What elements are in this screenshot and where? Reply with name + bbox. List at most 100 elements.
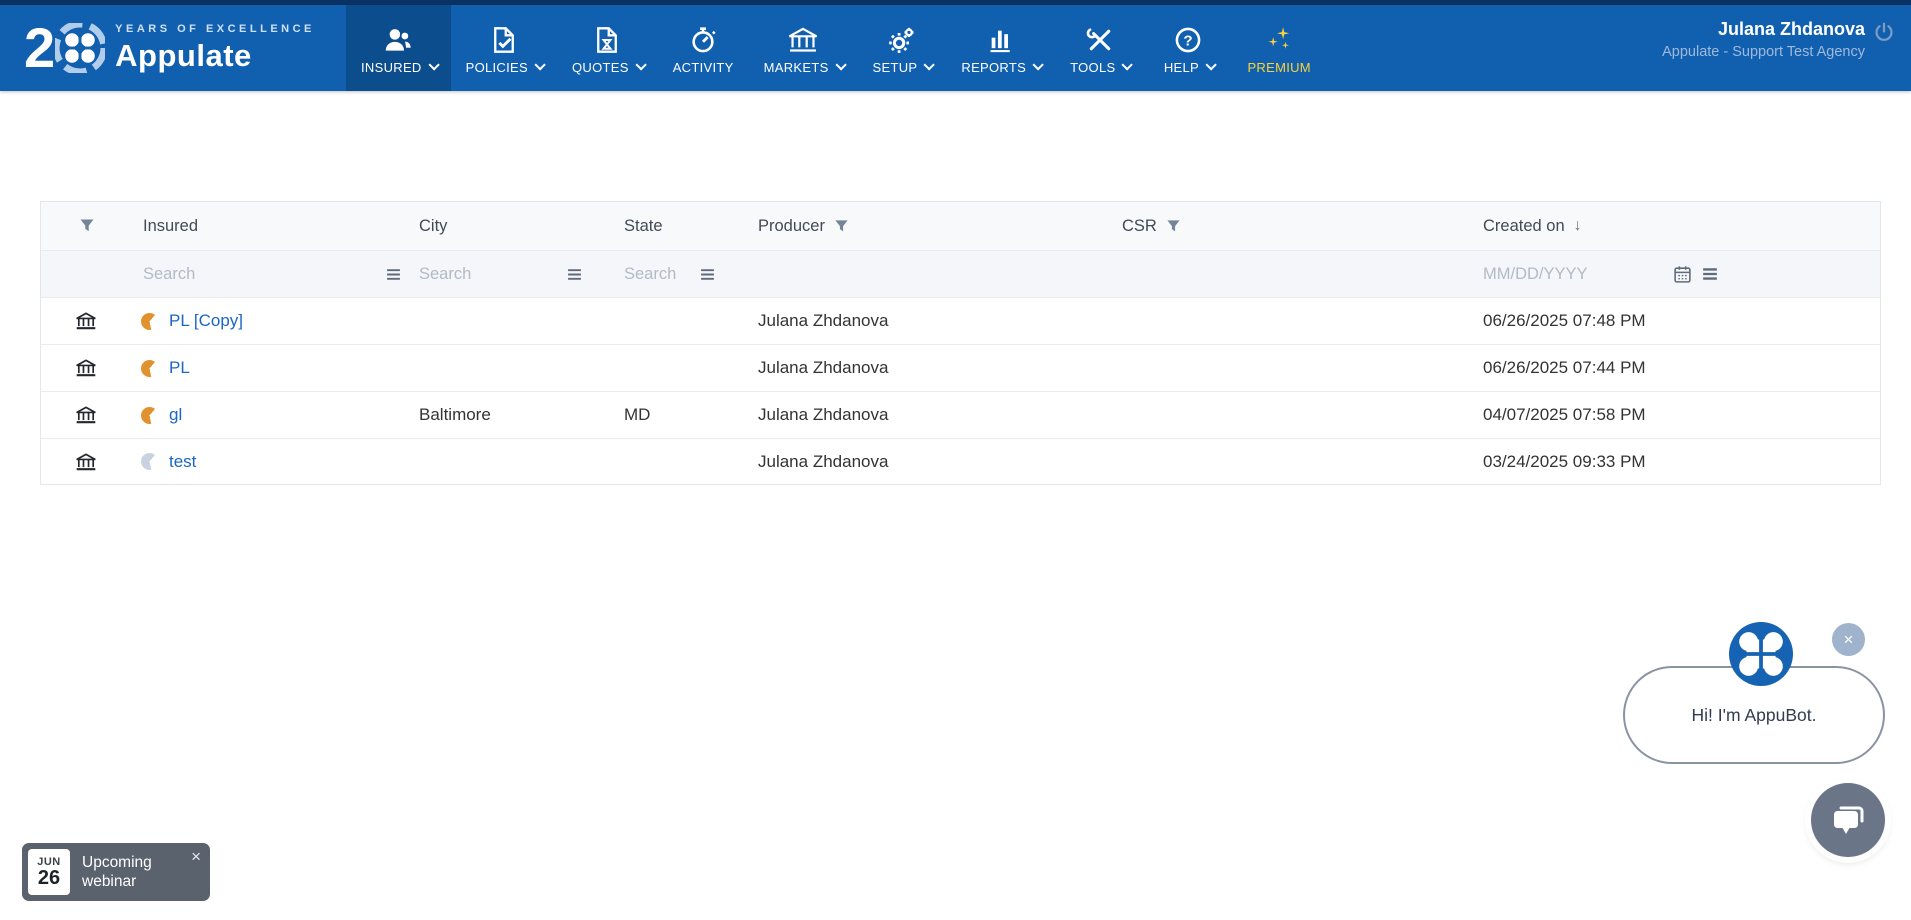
- created-on-cell: 06/26/2025 07:44 PM: [1483, 358, 1880, 378]
- insured-name-link[interactable]: PL [Copy]: [169, 311, 243, 331]
- nav-item-setup[interactable]: SETUP: [858, 5, 947, 91]
- nav-item-insured[interactable]: INSURED: [346, 5, 451, 91]
- calendar-icon[interactable]: [1673, 265, 1692, 284]
- column-header-producer[interactable]: Producer: [758, 217, 1122, 236]
- column-header-csr[interactable]: CSR: [1122, 217, 1483, 236]
- bank-icon: [41, 452, 105, 472]
- column-header-state[interactable]: State: [624, 217, 758, 236]
- producer-cell: Julana Zhdanova: [758, 358, 1122, 378]
- insured-filter-input[interactable]: [143, 265, 243, 284]
- chevron-down-icon: [1122, 59, 1133, 70]
- logo-brand-name: Appulate: [115, 38, 315, 74]
- user-menu[interactable]: Julana Zhdanova Appulate - Support Test …: [1662, 19, 1865, 60]
- nav-label: TOOLS: [1070, 60, 1115, 75]
- status-pie-icon: [141, 407, 158, 424]
- bar-chart-icon: [987, 24, 1015, 54]
- created-on-cell: 04/07/2025 07:58 PM: [1483, 405, 1880, 425]
- sparkles-icon: [1264, 24, 1294, 54]
- chat-launcher-button[interactable]: [1811, 783, 1885, 857]
- nav-label: QUOTES: [572, 60, 629, 75]
- insured-name-link[interactable]: gl: [169, 405, 182, 425]
- insured-name-link[interactable]: test: [169, 452, 196, 472]
- appulate-clover-icon: [55, 23, 105, 73]
- appubot-message: Hi! I'm AppuBot.: [1692, 705, 1817, 726]
- column-menu-icon[interactable]: [567, 268, 582, 281]
- nav-item-tools[interactable]: TOOLS: [1055, 5, 1144, 91]
- nav-item-quotes[interactable]: QUOTES: [557, 5, 658, 91]
- nav-label: MARKETS: [764, 60, 829, 75]
- chevron-down-icon: [1033, 59, 1044, 70]
- nav-label: PREMIUM: [1247, 60, 1311, 75]
- status-pie-icon: [141, 360, 158, 377]
- document-hourglass-icon: [594, 24, 620, 54]
- nav-item-reports[interactable]: REPORTS: [946, 5, 1055, 91]
- insured-name-link[interactable]: PL: [169, 358, 190, 378]
- nav-label: SETUP: [873, 60, 918, 75]
- table-row: PL Julana Zhdanova 06/26/2025 07:44 PM: [41, 344, 1880, 391]
- main-menu: INSURED POLICIES QUOTES: [346, 5, 1326, 91]
- logout-power-icon[interactable]: [1873, 21, 1895, 48]
- producer-cell: Julana Zhdanova: [758, 452, 1122, 472]
- nav-item-premium[interactable]: PREMIUM: [1232, 5, 1326, 91]
- status-pie-icon: [141, 313, 158, 330]
- webinar-day: 26: [38, 868, 60, 888]
- nav-label: INSURED: [361, 60, 422, 75]
- column-menu-icon[interactable]: [1702, 267, 1718, 281]
- funnel-icon[interactable]: [1166, 219, 1181, 234]
- sort-descending-icon: ↓: [1574, 217, 1582, 235]
- nav-label: POLICIES: [466, 60, 528, 75]
- state-filter-input[interactable]: [624, 265, 686, 284]
- city-filter-input[interactable]: [419, 265, 519, 284]
- help-icon: ?: [1174, 24, 1202, 54]
- created-on-filter-input[interactable]: [1483, 265, 1601, 284]
- table-row: test Julana Zhdanova 03/24/2025 09:33 PM: [41, 438, 1880, 485]
- column-header-created-on[interactable]: Created on ↓: [1483, 217, 1880, 236]
- webinar-banner[interactable]: JUN 26 Upcoming webinar ×: [22, 843, 210, 901]
- appubot-avatar-icon[interactable]: [1729, 622, 1793, 686]
- funnel-icon[interactable]: [834, 219, 849, 234]
- webinar-close-icon[interactable]: ×: [191, 847, 201, 867]
- chevron-down-icon: [924, 59, 935, 70]
- user-agency: Appulate - Support Test Agency: [1662, 44, 1865, 60]
- created-on-cell: 03/24/2025 09:33 PM: [1483, 452, 1880, 472]
- stopwatch-icon: [689, 24, 717, 54]
- state-cell: MD: [624, 405, 758, 425]
- chevron-down-icon: [1205, 59, 1216, 70]
- table-row: PL [Copy] Julana Zhdanova 06/26/2025 07:…: [41, 297, 1880, 344]
- column-header-city[interactable]: City: [419, 217, 624, 236]
- table-row: gl Baltimore MD Julana Zhdanova 04/07/20…: [41, 391, 1880, 438]
- nav-item-help[interactable]: ? HELP: [1144, 5, 1232, 91]
- nav-label: REPORTS: [961, 60, 1026, 75]
- status-pie-icon: [141, 453, 158, 470]
- created-on-cell: 06/26/2025 07:48 PM: [1483, 311, 1880, 331]
- insured-table: Insured City State Producer CSR Created …: [40, 201, 1881, 485]
- producer-cell: Julana Zhdanova: [758, 311, 1122, 331]
- webinar-date-card: JUN 26: [28, 849, 70, 895]
- nav-item-activity[interactable]: ACTIVITY: [658, 5, 749, 91]
- chevron-down-icon: [835, 59, 846, 70]
- tools-icon: [1086, 24, 1114, 54]
- page-toolbar: All Insured Show my only Create new insu…: [0, 91, 1911, 201]
- appubot-close-icon[interactable]: ×: [1832, 623, 1865, 656]
- nav-label: HELP: [1164, 60, 1199, 75]
- column-menu-icon[interactable]: [700, 268, 715, 281]
- bank-icon: [41, 405, 105, 425]
- table-header-row: Insured City State Producer CSR Created …: [41, 202, 1880, 250]
- nav-label: ACTIVITY: [673, 60, 734, 75]
- top-navigation-bar: 2 YEARS OF EXCELLENCE Appulate INSURED: [0, 5, 1911, 91]
- webinar-label: Upcoming webinar: [82, 853, 170, 892]
- chevron-down-icon: [635, 59, 646, 70]
- chat-bubbles-icon: [1829, 802, 1867, 838]
- user-name: Julana Zhdanova: [1662, 19, 1865, 40]
- document-check-icon: [491, 24, 517, 54]
- appulate-logo[interactable]: 2 YEARS OF EXCELLENCE Appulate: [0, 5, 346, 91]
- producer-cell: Julana Zhdanova: [758, 405, 1122, 425]
- gears-icon: [888, 24, 916, 54]
- column-header-insured[interactable]: Insured: [105, 217, 419, 236]
- nav-item-policies[interactable]: POLICIES: [451, 5, 557, 91]
- column-menu-icon[interactable]: [386, 268, 401, 281]
- nav-item-markets[interactable]: MARKETS: [749, 5, 858, 91]
- funnel-icon: [79, 218, 95, 234]
- city-cell: Baltimore: [419, 405, 624, 425]
- table-filter-icon[interactable]: [41, 218, 105, 234]
